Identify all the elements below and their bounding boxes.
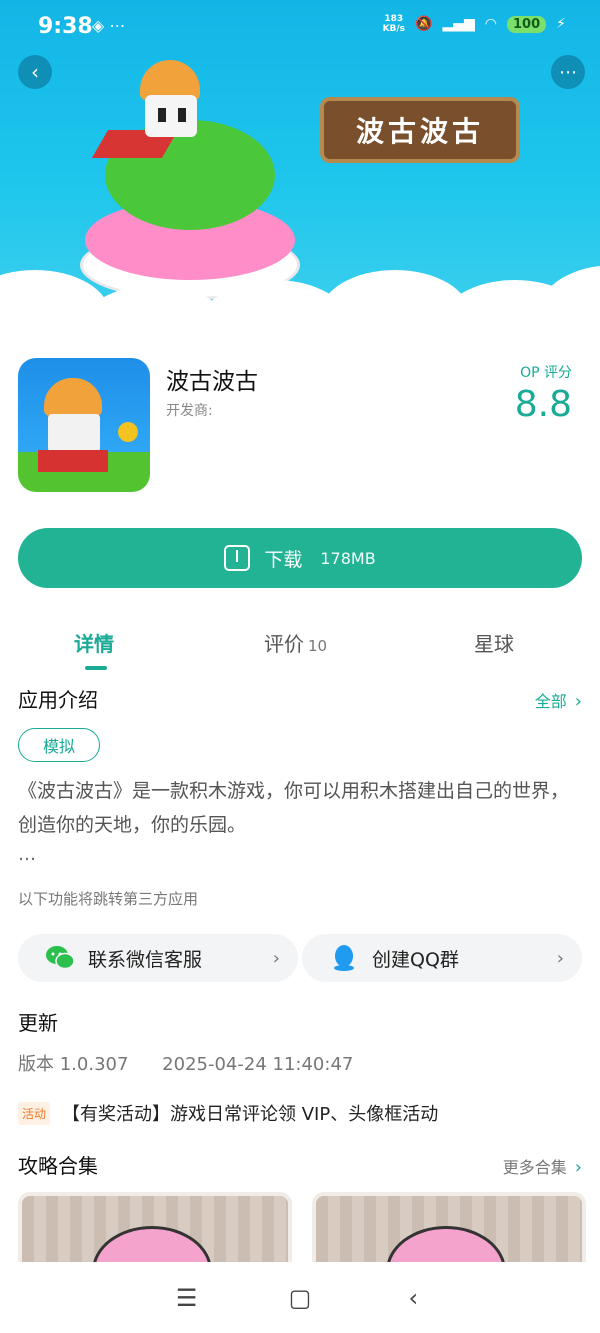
wechat-icon — [44, 942, 76, 974]
activity-text: 【有奖活动】游戏日常评论领 VIP、头像框活动 — [62, 1104, 439, 1125]
download-label: 下载 — [264, 548, 303, 571]
category-tag[interactable]: 模拟 — [18, 728, 100, 762]
wechat-service-button[interactable]: 联系微信客服 › — [18, 934, 298, 982]
status-notification-icons: ◈ ⋯ — [92, 16, 126, 35]
update-title: 更新 — [18, 1011, 58, 1035]
tab-details[interactable]: 详情 — [74, 628, 114, 657]
charging-icon: ⚡ — [556, 16, 566, 32]
version-date: 2025-04-24 11:40:47 — [162, 1054, 354, 1075]
tab-active-indicator — [85, 666, 107, 670]
more-dots-icon: ⋯ — [559, 61, 577, 83]
network-speed: 183 KB/s — [382, 14, 406, 34]
hero-banner: 9:38 ◈ ⋯ 183 KB/s 🔕 ▂▄▆ ◠ 100 ⚡ ‹ ⋯ 波古波古 — [0, 0, 600, 330]
intro-more-link[interactable]: 全部 › — [535, 688, 582, 712]
status-time: 9:38 — [38, 14, 93, 39]
signal-icon: ▂▄▆ — [442, 16, 475, 32]
tab-bar: 详情 评价 10 星球 — [0, 618, 600, 674]
nav-back-button[interactable]: ‹ — [393, 1278, 433, 1318]
guides-more-link[interactable]: 更多合集 › — [503, 1154, 582, 1178]
intro-title: 应用介绍 — [18, 688, 98, 712]
home-square-icon: ▢ — [288, 1283, 312, 1312]
chevron-right-icon: › — [574, 1157, 582, 1178]
description-ellipsis: … — [18, 844, 36, 865]
hero-clouds — [0, 250, 600, 330]
back-button[interactable]: ‹ — [18, 55, 52, 89]
chevron-right-icon: › — [272, 947, 280, 969]
menu-icon: ☰ — [175, 1283, 198, 1312]
app-icon — [18, 358, 150, 492]
qq-group-label: 创建QQ群 — [372, 948, 459, 971]
chevron-right-icon: › — [574, 691, 582, 712]
third-party-note: 以下功能将跳转第三方应用 — [18, 890, 199, 908]
more-options-button[interactable]: ⋯ — [551, 55, 585, 89]
score-label: OP 评分 — [520, 365, 572, 381]
status-bar: 9:38 ◈ ⋯ 183 KB/s 🔕 ▂▄▆ ◠ 100 ⚡ — [0, 0, 600, 56]
score-value: 8.8 — [514, 384, 572, 425]
back-arrow-icon: ‹ — [408, 1283, 419, 1312]
app-description: 《波古波古》是一款积木游戏，你可以用积木搭建出自己的世界，创造你的天地，你的乐园… — [18, 780, 570, 836]
chevron-left-icon: ‹ — [31, 60, 39, 84]
system-nav-bar: ☰ ▢ ‹ — [0, 1262, 600, 1333]
status-right: 183 KB/s 🔕 ▂▄▆ ◠ 100 ⚡ — [383, 14, 566, 34]
developer-label: 开发商: — [166, 403, 213, 419]
mute-icon: 🔕 — [415, 16, 433, 32]
activity-badge: 活动 — [18, 1101, 51, 1125]
tab-reviews[interactable]: 评价 10 — [264, 628, 327, 657]
tab-planet[interactable]: 星球 — [474, 628, 514, 657]
qq-group-button[interactable]: 创建QQ群 › — [302, 934, 582, 982]
nav-menu-button[interactable]: ☰ — [167, 1278, 207, 1318]
nav-home-button[interactable]: ▢ — [280, 1278, 320, 1318]
download-button[interactable]: 下载 178MB — [18, 528, 582, 588]
wifi-icon: ◠ — [484, 16, 498, 32]
wechat-service-label: 联系微信客服 — [88, 948, 203, 971]
qq-icon — [328, 942, 360, 974]
guide-card-2[interactable] — [312, 1192, 586, 1272]
download-icon — [224, 545, 251, 571]
chevron-right-icon: › — [556, 947, 564, 969]
download-size: 178MB — [320, 548, 376, 568]
app-name: 波古波古 — [166, 369, 258, 395]
activity-row[interactable]: 活动 【有奖活动】游戏日常评论领 VIP、头像框活动 — [18, 1100, 438, 1126]
guides-title: 攻略合集 — [18, 1154, 98, 1178]
guide-card-1[interactable] — [18, 1192, 292, 1272]
version-info: 版本 1.0.307 2025-04-24 11:40:47 — [18, 1050, 353, 1076]
battery-indicator: 100 — [507, 15, 547, 33]
game-logo: 波古波古 — [320, 97, 520, 163]
version-number: 版本 1.0.307 — [18, 1054, 129, 1075]
